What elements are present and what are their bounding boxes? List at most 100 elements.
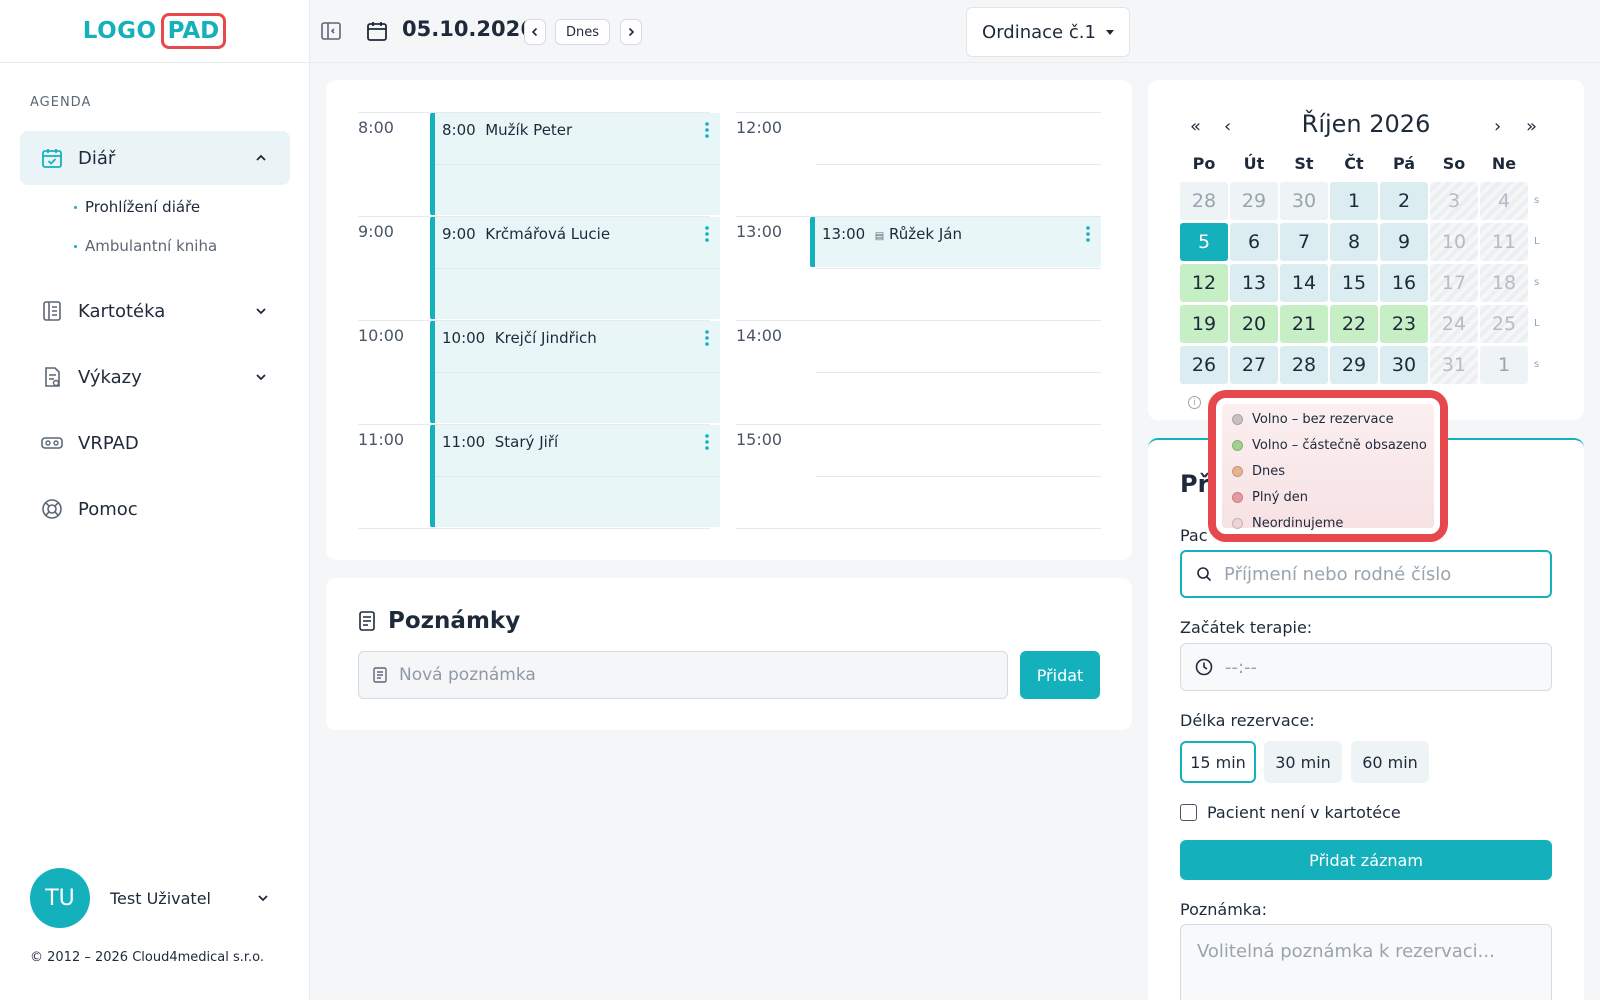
calendar-day[interactable]: 12 <box>1180 264 1228 302</box>
calendar-day[interactable]: 21 <box>1280 305 1328 343</box>
duration-30-button[interactable]: 30 min <box>1264 741 1342 783</box>
calendar-day[interactable]: 1 <box>1480 346 1528 384</box>
day-schedule: 8:00 9:00 10:00 11:00 12:00 13:00 14:00 … <box>326 80 1132 560</box>
patient-search-input[interactable]: Příjmení nebo rodné číslo <box>1180 550 1552 598</box>
copyright: © 2012 – 2026 Cloud4medical s.r.o. <box>30 950 265 965</box>
legend-label: Volno – částečně obsazeno <box>1252 438 1427 453</box>
nav-item-diar[interactable]: Diář <box>20 131 290 185</box>
calendar-day[interactable]: 10 <box>1430 223 1478 261</box>
more-options-icon[interactable] <box>704 121 710 139</box>
clinic-select[interactable]: Ordinace č.1 <box>966 7 1130 57</box>
calendar-day[interactable]: 4 <box>1480 182 1528 220</box>
nav-label-vykazy: Výkazy <box>78 366 142 388</box>
time-label: 13:00 <box>736 222 783 241</box>
duration-60-button[interactable]: 60 min <box>1351 741 1429 783</box>
start-time-input[interactable]: --:-- <box>1180 643 1552 691</box>
collapse-sidebar-icon[interactable] <box>320 20 342 42</box>
calendar-day[interactable]: 9 <box>1380 223 1428 261</box>
calendar-day[interactable]: 3 <box>1430 182 1478 220</box>
calendar-day[interactable]: 2 <box>1380 182 1428 220</box>
week-parity-marker: s <box>1534 359 1540 370</box>
bullet-dot <box>74 205 77 209</box>
appointment-card[interactable]: 8:00 Mužík Peter <box>430 113 720 215</box>
appointment-card[interactable]: 9:00 Krčmářová Lucie <box>430 217 720 319</box>
weekday-header: Čt <box>1344 154 1364 173</box>
next-month-button[interactable]: › <box>1494 116 1501 137</box>
legend-item: Volno – částečně obsazeno <box>1232 438 1427 453</box>
nav-item-vykazy[interactable]: Výkazy <box>20 350 290 404</box>
sidebar-sub-prohlizeni[interactable]: Prohlížení diáře <box>74 198 200 216</box>
nav-label-vrpad: VRPAD <box>78 432 139 454</box>
more-options-icon[interactable] <box>704 329 710 347</box>
calendar-day[interactable]: 19 <box>1180 305 1228 343</box>
user-menu[interactable]: TU Test Uživatel <box>30 868 270 928</box>
new-note-input[interactable]: Nová poznámka <box>358 651 1008 699</box>
legend-item: Neordinujeme <box>1232 516 1343 531</box>
calendar-title: Říjen 2026 <box>1301 110 1431 138</box>
calendar-day[interactable]: 8 <box>1330 223 1378 261</box>
calendar-day[interactable]: 28 <box>1180 182 1228 220</box>
calendar-day[interactable]: 29 <box>1330 346 1378 384</box>
add-note-button[interactable]: Přidat <box>1020 651 1100 699</box>
half-hour-line <box>435 268 720 269</box>
calendar-day[interactable]: 30 <box>1280 182 1328 220</box>
duration-15-button[interactable]: 15 min <box>1180 741 1256 783</box>
nav-item-vrpad[interactable]: VRPAD <box>20 416 290 470</box>
not-in-file-checkbox[interactable] <box>1180 804 1197 821</box>
logo[interactable]: LOGO PAD <box>0 0 309 63</box>
today-button[interactable]: Dnes <box>555 19 610 45</box>
calendar-day[interactable]: 29 <box>1230 182 1278 220</box>
nav-item-pomoc[interactable]: Pomoc <box>20 482 290 536</box>
appointment-card[interactable]: 11:00 Starý Jiří <box>430 425 720 527</box>
calendar-day[interactable]: 7 <box>1280 223 1328 261</box>
calendar-day[interactable]: 18 <box>1480 264 1528 302</box>
sidebar-sub-ambulantni-kniha[interactable]: Ambulantní kniha <box>74 237 217 255</box>
legend-list: Volno – bez rezervace Volno – částečně o… <box>1222 404 1434 531</box>
not-in-file-checkbox-row[interactable]: Pacient není v kartotéce <box>1180 803 1401 822</box>
next-year-button[interactable]: » <box>1526 116 1537 137</box>
calendar-day[interactable]: 11 <box>1480 223 1528 261</box>
calendar-day[interactable]: 16 <box>1380 264 1428 302</box>
next-day-button[interactable] <box>620 19 642 45</box>
more-options-icon[interactable] <box>704 225 710 243</box>
calendar-day[interactable]: 30 <box>1380 346 1428 384</box>
prev-day-button[interactable] <box>524 19 546 45</box>
bullet-dot <box>74 244 77 248</box>
month-calendar: « ‹ Říjen 2026 › » Po Út St Čt Pá So Ne 28 29 30 1… <box>1148 80 1584 420</box>
calendar-day[interactable]: 20 <box>1230 305 1278 343</box>
sub-label: Prohlížení diáře <box>85 198 201 216</box>
chevron-right-icon <box>628 27 635 37</box>
calendar-day[interactable]: 1 <box>1330 182 1378 220</box>
calendar-day[interactable]: 26 <box>1180 346 1228 384</box>
calendar-check-icon <box>42 149 62 168</box>
calendar-day[interactable]: 27 <box>1230 346 1278 384</box>
nav-label-diar: Diář <box>78 147 116 169</box>
calendar-day[interactable]: 22 <box>1330 305 1378 343</box>
reservation-note-textarea[interactable]: Volitelná poznámka k rezervaci... <box>1180 924 1552 1000</box>
calendar-day[interactable]: 31 <box>1430 346 1478 384</box>
time-label: 15:00 <box>736 430 783 449</box>
legend-info-icon[interactable]: i <box>1188 396 1201 409</box>
logo-text-boxed: PAD <box>160 13 227 49</box>
legend-swatch <box>1232 492 1243 503</box>
half-hour-line <box>435 372 720 373</box>
weekday-header: Ne <box>1491 154 1517 173</box>
calendar-day[interactable]: 28 <box>1280 346 1328 384</box>
chevron-up-icon <box>256 154 266 161</box>
calendar-day[interactable]: 23 <box>1380 305 1428 343</box>
calendar-day[interactable]: 24 <box>1430 305 1478 343</box>
calendar-day[interactable]: 15 <box>1330 264 1378 302</box>
more-options-icon[interactable] <box>1085 225 1091 243</box>
add-record-button[interactable]: Přidat záznam <box>1180 840 1552 880</box>
calendar-day[interactable]: 14 <box>1280 264 1328 302</box>
calendar-day[interactable]: 25 <box>1480 305 1528 343</box>
appointment-card[interactable]: 13:00 ▤ Růžek Ján <box>810 217 1101 267</box>
legend-swatch <box>1232 466 1243 477</box>
calendar-day-today[interactable]: 5 <box>1180 223 1228 261</box>
more-options-icon[interactable] <box>704 433 710 451</box>
calendar-day[interactable]: 17 <box>1430 264 1478 302</box>
appointment-card[interactable]: 10:00 Krejčí Jindřich <box>430 321 720 423</box>
nav-item-kartoteka[interactable]: Kartotéka <box>20 284 290 338</box>
calendar-day[interactable]: 13 <box>1230 264 1278 302</box>
calendar-day[interactable]: 6 <box>1230 223 1278 261</box>
